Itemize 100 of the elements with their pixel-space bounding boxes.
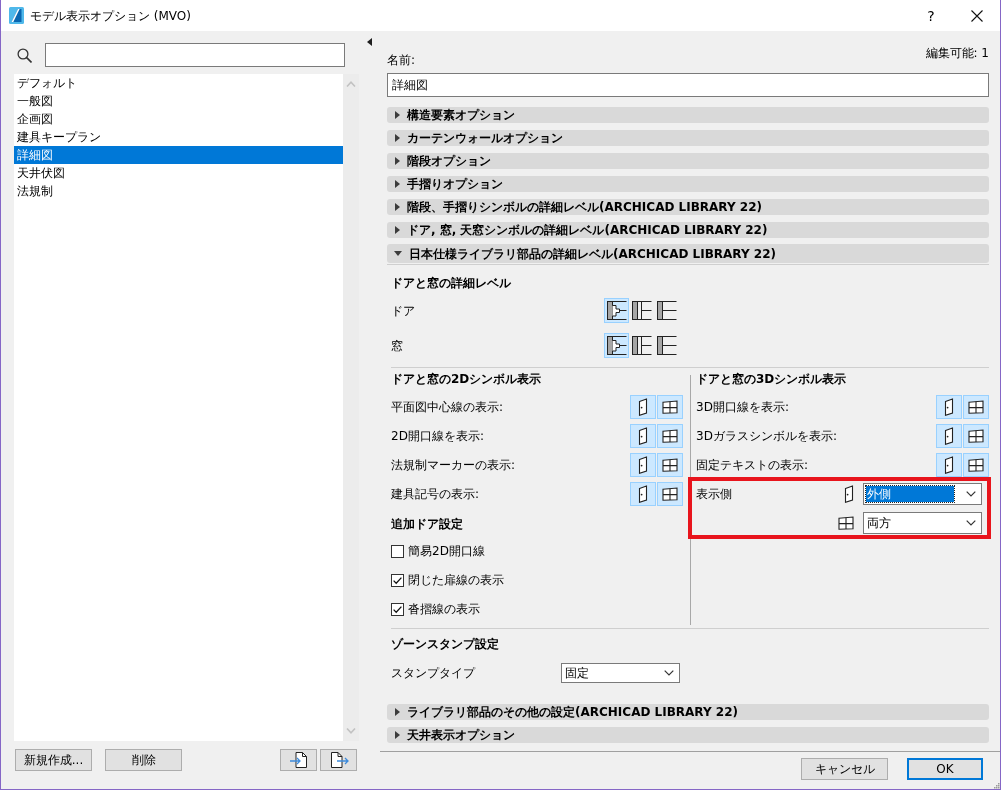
detail-level-button[interactable] bbox=[629, 298, 654, 323]
field-label: 3Dガラスシンボルを表示: bbox=[696, 428, 838, 444]
section-header[interactable]: 天井表示オプション bbox=[387, 727, 989, 743]
window-toggle-button[interactable] bbox=[657, 453, 683, 477]
detail-level-button[interactable] bbox=[629, 333, 654, 358]
chevron-down-icon bbox=[664, 670, 674, 676]
dropdown[interactable]: 両方 bbox=[863, 512, 982, 534]
window-icon bbox=[968, 458, 984, 472]
caret-right-icon bbox=[395, 111, 400, 119]
detail-level-button[interactable] bbox=[654, 298, 679, 323]
export-button[interactable] bbox=[320, 749, 357, 771]
app-icon bbox=[9, 7, 24, 24]
field-label: 建具記号の表示: bbox=[391, 486, 481, 502]
chevron-down-icon bbox=[966, 520, 976, 526]
checkbox-label: 沓摺線の表示 bbox=[408, 601, 480, 617]
close-icon bbox=[971, 9, 983, 22]
detailed-symbol-icon bbox=[606, 300, 627, 321]
field-label: 窓 bbox=[391, 337, 404, 354]
field-label: 3D開口線を表示: bbox=[696, 399, 790, 415]
window-toggle-button[interactable] bbox=[963, 395, 989, 419]
ok-button[interactable]: OK bbox=[907, 758, 983, 780]
caret-right-icon bbox=[395, 731, 400, 739]
window-toggle-button[interactable] bbox=[963, 424, 989, 448]
window-title: モデル表示オプション (MVO) bbox=[30, 7, 191, 24]
caret-right-icon bbox=[395, 203, 400, 211]
simple-symbol-icon bbox=[656, 335, 677, 356]
delete-button[interactable]: 削除 bbox=[105, 749, 182, 771]
door-icon bbox=[844, 485, 854, 503]
section-header[interactable]: 階段オプション bbox=[387, 153, 989, 169]
list-item[interactable]: 企画図 bbox=[14, 110, 343, 128]
caret-right-icon bbox=[395, 708, 400, 716]
new-button[interactable]: 新規作成... bbox=[15, 749, 92, 771]
door-icon bbox=[944, 427, 954, 445]
search-field[interactable] bbox=[45, 43, 345, 67]
help-button[interactable]: ? bbox=[908, 0, 954, 31]
detail-level-button[interactable] bbox=[604, 298, 629, 323]
door-icon bbox=[638, 485, 648, 503]
split-symbol-icon bbox=[631, 335, 652, 356]
cancel-button[interactable]: キャンセル bbox=[801, 758, 888, 780]
checkbox[interactable] bbox=[391, 602, 404, 616]
window-icon bbox=[662, 458, 678, 472]
caret-right-icon bbox=[395, 134, 400, 142]
section-header[interactable]: ライブラリ部品のその他の設定(ARCHICAD LIBRARY 22) bbox=[387, 704, 989, 720]
door-toggle-button[interactable] bbox=[936, 453, 962, 477]
field-label: 平面図中心線の表示: bbox=[391, 399, 505, 415]
field-label: スタンプタイプ bbox=[391, 665, 477, 681]
field-label: 2D開口線を表示: bbox=[391, 428, 485, 444]
document-arrow-in-icon bbox=[288, 751, 309, 769]
chevron-down-icon bbox=[966, 491, 976, 497]
section-header[interactable]: 階段、手摺りシンボルの詳細レベル(ARCHICAD LIBRARY 22) bbox=[387, 199, 989, 215]
detail-level-button[interactable] bbox=[604, 333, 629, 358]
list-item[interactable]: 詳細図 bbox=[14, 146, 343, 164]
document-arrow-out-icon bbox=[328, 751, 349, 769]
section-header[interactable]: ドア, 窓, 天窓シンボルの詳細レベル(ARCHICAD LIBRARY 22) bbox=[387, 222, 989, 238]
detail-level-button[interactable] bbox=[654, 333, 679, 358]
list-item[interactable]: 一般図 bbox=[14, 92, 343, 110]
door-icon bbox=[638, 427, 648, 445]
left-triangle-icon[interactable] bbox=[367, 38, 372, 46]
field-label: 法規制マーカーの表示: bbox=[391, 457, 517, 473]
door-toggle-button[interactable] bbox=[936, 395, 962, 419]
dropdown[interactable]: 固定 bbox=[561, 663, 680, 683]
caret-right-icon bbox=[395, 226, 400, 234]
caret-right-icon bbox=[395, 157, 400, 165]
group-title: ドアと窓の2Dシンボル表示 bbox=[391, 371, 543, 387]
checkbox[interactable] bbox=[391, 544, 404, 558]
window-toggle-button[interactable] bbox=[657, 482, 683, 506]
door-toggle-button[interactable] bbox=[630, 453, 656, 477]
list-item[interactable]: 天井伏図 bbox=[14, 164, 343, 182]
door-icon bbox=[944, 456, 954, 474]
door-toggle-button[interactable] bbox=[630, 482, 656, 506]
section-header[interactable]: 日本仕様ライブラリ部品の詳細レベル(ARCHICAD LIBRARY 22) bbox=[387, 244, 989, 263]
door-icon bbox=[638, 398, 648, 416]
window-toggle-button[interactable] bbox=[657, 424, 683, 448]
window-icon bbox=[662, 400, 678, 414]
resize-grip-icon[interactable] bbox=[993, 782, 1000, 789]
search-icon bbox=[17, 47, 32, 63]
door-toggle-button[interactable] bbox=[630, 424, 656, 448]
door-icon bbox=[638, 456, 648, 474]
import-button[interactable] bbox=[280, 749, 317, 771]
list-item[interactable]: デフォルト bbox=[14, 74, 343, 92]
group-title: ゾーンスタンプ設定 bbox=[391, 636, 500, 652]
checkbox[interactable] bbox=[391, 573, 404, 587]
door-icon bbox=[944, 398, 954, 416]
list-item[interactable]: 法規制 bbox=[14, 182, 343, 200]
window-toggle-button[interactable] bbox=[963, 453, 989, 477]
window-icon bbox=[662, 429, 678, 443]
field-label: ドア bbox=[391, 302, 416, 319]
window-icon bbox=[838, 516, 854, 530]
section-header[interactable]: 手摺りオプション bbox=[387, 176, 989, 192]
dropdown[interactable]: 外側 bbox=[863, 483, 982, 505]
name-field[interactable]: 詳細図 bbox=[387, 73, 989, 97]
list-item[interactable]: 建具キープラン bbox=[14, 128, 343, 146]
section-header[interactable]: 構造要素オプション bbox=[387, 107, 989, 123]
door-toggle-button[interactable] bbox=[936, 424, 962, 448]
detailed-symbol-icon bbox=[606, 335, 627, 356]
window-toggle-button[interactable] bbox=[657, 395, 683, 419]
caret-down-icon bbox=[394, 251, 402, 256]
caret-right-icon bbox=[395, 180, 400, 188]
section-header[interactable]: カーテンウォールオプション bbox=[387, 130, 989, 146]
door-toggle-button[interactable] bbox=[630, 395, 656, 419]
